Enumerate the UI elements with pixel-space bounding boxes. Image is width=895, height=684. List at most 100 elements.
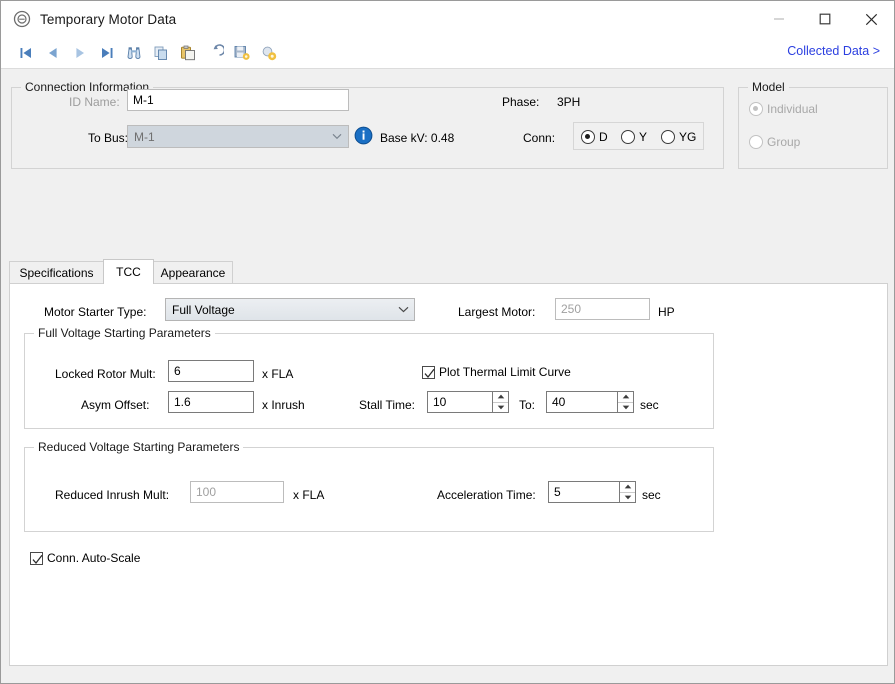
collected-data-link[interactable]: Collected Data > bbox=[787, 44, 880, 58]
radio-ring-icon bbox=[749, 135, 763, 149]
id-name-label: ID Name: bbox=[69, 95, 120, 109]
tab-specifications-label: Specifications bbox=[19, 265, 94, 280]
to-spinner[interactable] bbox=[618, 391, 634, 413]
conn-radio-y[interactable]: Y bbox=[621, 130, 647, 144]
save-gear-icon bbox=[234, 45, 250, 60]
next-record-button[interactable] bbox=[67, 40, 93, 66]
model-legend: Model bbox=[748, 80, 789, 94]
tab-specifications[interactable]: Specifications bbox=[9, 261, 104, 283]
conn-radio-yg[interactable]: YG bbox=[661, 130, 696, 144]
largest-motor-unit: HP bbox=[658, 305, 675, 319]
stall-time-unit: sec bbox=[640, 398, 659, 412]
checkmark-icon bbox=[422, 365, 435, 379]
info-circle-icon bbox=[354, 126, 373, 148]
asym-offset-unit: x Inrush bbox=[262, 398, 305, 412]
spinner-up-icon[interactable] bbox=[620, 482, 635, 493]
radio-ring-icon bbox=[661, 130, 675, 144]
acceleration-time-value: 5 bbox=[554, 485, 561, 499]
phase-label: Phase: bbox=[502, 95, 540, 109]
spinner-down-icon[interactable] bbox=[620, 493, 635, 503]
largest-motor-input[interactable]: 250 bbox=[555, 298, 650, 320]
model-group: Model bbox=[738, 80, 888, 169]
tab-tcc-label: TCC bbox=[116, 265, 141, 279]
acceleration-time-input[interactable]: 5 bbox=[548, 481, 620, 503]
asym-offset-value: 1.6 bbox=[174, 395, 191, 409]
toolbar: Collected Data > bbox=[1, 37, 894, 69]
tab-strip: Specifications TCC Appearance bbox=[9, 259, 888, 284]
phase-value: 3PH bbox=[557, 95, 581, 109]
reduced-inrush-unit: x FLA bbox=[293, 488, 325, 502]
full-voltage-legend: Full Voltage Starting Parameters bbox=[34, 326, 215, 340]
tab-tcc[interactable]: TCC bbox=[103, 259, 154, 284]
undo-button[interactable] bbox=[202, 40, 228, 66]
base-kv-text: Base kV: 0.48 bbox=[380, 131, 455, 145]
radio-ring-icon bbox=[621, 130, 635, 144]
next-arrow-icon bbox=[76, 47, 84, 58]
largest-motor-label: Largest Motor: bbox=[458, 305, 536, 319]
close-button[interactable] bbox=[848, 1, 894, 37]
reduced-inrush-value: 100 bbox=[196, 485, 217, 499]
asym-offset-input[interactable]: 1.6 bbox=[168, 391, 254, 413]
chevron-down-icon bbox=[392, 306, 414, 313]
copy-icon bbox=[154, 46, 167, 60]
maximize-icon bbox=[819, 13, 831, 25]
spinner-down-icon[interactable] bbox=[618, 403, 633, 413]
to-value: 40 bbox=[552, 395, 566, 409]
model-radio-group[interactable]: Group bbox=[749, 135, 800, 149]
locked-rotor-unit: x FLA bbox=[262, 367, 294, 381]
spinner-up-icon[interactable] bbox=[493, 392, 508, 403]
skip-to-start-icon bbox=[20, 47, 31, 58]
conn-radio-yg-label: YG bbox=[679, 130, 697, 144]
tab-appearance-label: Appearance bbox=[160, 265, 226, 280]
plot-thermal-limit-curve-label: Plot Thermal Limit Curve bbox=[439, 365, 571, 379]
id-name-input[interactable]: M-1 bbox=[127, 89, 349, 111]
gear-icon bbox=[262, 46, 277, 60]
minimize-icon bbox=[774, 18, 784, 20]
minimize-button[interactable] bbox=[756, 1, 802, 37]
to-input[interactable]: 40 bbox=[546, 391, 618, 413]
last-record-button[interactable] bbox=[94, 40, 120, 66]
etap-circle-e-icon bbox=[13, 10, 31, 28]
close-icon bbox=[865, 13, 877, 25]
acceleration-time-unit: sec bbox=[642, 488, 661, 502]
first-record-button[interactable] bbox=[13, 40, 39, 66]
spinner-down-icon[interactable] bbox=[493, 403, 508, 413]
motor-starter-type-combobox[interactable]: Full Voltage bbox=[165, 298, 415, 321]
stall-time-spinner[interactable] bbox=[493, 391, 509, 413]
copy-button[interactable] bbox=[148, 40, 174, 66]
to-bus-label: To Bus: bbox=[88, 131, 129, 145]
conn-radio-d[interactable]: D bbox=[581, 130, 608, 144]
conn-auto-scale-checkbox[interactable]: Conn. Auto-Scale bbox=[30, 551, 140, 565]
reduced-inrush-label: Reduced Inrush Mult: bbox=[55, 488, 170, 502]
asym-offset-label: Asym Offset: bbox=[81, 398, 150, 412]
to-bus-combobox[interactable]: M-1 bbox=[127, 125, 349, 148]
stall-time-label: Stall Time: bbox=[359, 398, 416, 412]
locked-rotor-label: Locked Rotor Mult: bbox=[55, 367, 156, 381]
paste-button[interactable] bbox=[175, 40, 201, 66]
locked-rotor-input[interactable]: 6 bbox=[168, 360, 254, 382]
tab-appearance[interactable]: Appearance bbox=[153, 261, 233, 283]
previous-record-button[interactable] bbox=[40, 40, 66, 66]
conn-label: Conn: bbox=[523, 131, 556, 145]
acceleration-time-spinner[interactable] bbox=[620, 481, 636, 503]
find-button[interactable] bbox=[121, 40, 147, 66]
options-button[interactable] bbox=[256, 40, 282, 66]
stall-time-input[interactable]: 10 bbox=[427, 391, 493, 413]
chevron-down-icon bbox=[326, 133, 348, 140]
reduced-inrush-input[interactable]: 100 bbox=[190, 481, 284, 503]
conn-radio-y-label: Y bbox=[639, 130, 648, 144]
to-bus-value: M-1 bbox=[134, 129, 155, 144]
save-settings-button[interactable] bbox=[229, 40, 255, 66]
full-voltage-group: Full Voltage Starting Parameters bbox=[24, 326, 714, 429]
plot-thermal-limit-curve-checkbox[interactable]: Plot Thermal Limit Curve bbox=[422, 365, 571, 379]
model-radio-individual[interactable]: Individual bbox=[749, 102, 818, 116]
stall-time-value: 10 bbox=[433, 395, 447, 409]
temporary-motor-data-dialog: Temporary Motor Data Collected Data > Co… bbox=[0, 0, 895, 684]
spinner-up-icon[interactable] bbox=[618, 392, 633, 403]
maximize-button[interactable] bbox=[802, 1, 848, 37]
paste-icon bbox=[181, 45, 195, 60]
previous-arrow-icon bbox=[49, 47, 57, 58]
window-title: Temporary Motor Data bbox=[40, 11, 177, 27]
conn-radio-d-label: D bbox=[599, 130, 608, 144]
acceleration-time-label: Acceleration Time: bbox=[437, 488, 536, 502]
